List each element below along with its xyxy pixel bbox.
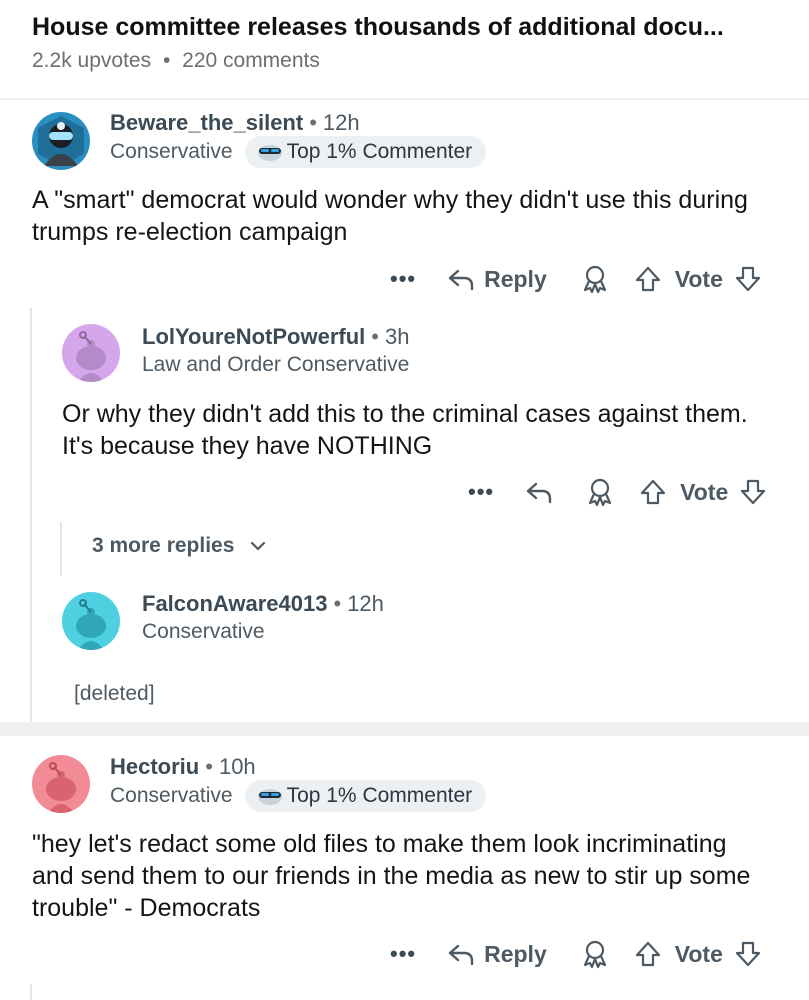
more-replies-label: 3 more replies [92, 534, 235, 557]
award-button[interactable] [579, 938, 611, 970]
deleted-comment-body: [deleted] [74, 682, 155, 705]
reply-arrow-icon [448, 944, 474, 966]
reply-label: Reply [484, 940, 547, 967]
comment-body: "hey let's redact some old files to make… [32, 830, 751, 922]
avatar[interactable] [62, 592, 120, 650]
comment-author-row: Hectoriu • 10h [110, 752, 256, 782]
avatar[interactable] [32, 755, 90, 813]
user-flair: Conservative [110, 140, 233, 163]
comment-age: 10h [218, 754, 256, 779]
badge-label: Top 1% Commenter [286, 140, 473, 163]
downvote-arrow-icon [735, 941, 760, 967]
comment-age: 3h [384, 324, 410, 349]
reply-label: Reply [484, 265, 547, 292]
more-options-button[interactable]: ••• [468, 479, 494, 505]
snoo-sunglasses-icon [257, 789, 282, 805]
upvote-arrow-icon [635, 941, 660, 967]
downvote-button[interactable] [733, 264, 763, 294]
chevron-down-icon [251, 541, 266, 551]
snoo-avatar-icon [32, 755, 90, 813]
user-flair: Conservative [142, 620, 265, 643]
snoo-avatar-icon [62, 324, 120, 382]
reply-button[interactable]: Reply [446, 264, 547, 294]
dot-separator: • [371, 324, 379, 349]
dot-separator: • [205, 754, 213, 779]
award-icon [589, 478, 612, 507]
post-header: House committee releases thousands of ad… [32, 8, 792, 76]
badge-label: Top 1% Commenter [286, 784, 473, 807]
comment-body: Or why they didn't add this to the crimi… [62, 400, 748, 460]
comment-actions: ••• Vote [468, 470, 768, 514]
comment-age: 12h [347, 591, 384, 616]
snoo-avatar-icon [62, 592, 120, 650]
award-button[interactable] [579, 263, 611, 295]
comment-author-row: FalconAware4013 • 12h [142, 589, 384, 619]
reply-button[interactable] [524, 477, 562, 507]
upvote-count: 2.2k upvotes [32, 49, 152, 72]
more-replies-button[interactable]: 3 more replies [92, 534, 268, 558]
upvote-button[interactable] [633, 939, 663, 969]
comment-author-row: Beware_the_silent • 12h [110, 108, 360, 138]
user-flair: Law and Order Conservative [142, 353, 410, 376]
avatar[interactable] [62, 324, 120, 382]
thread-divider [0, 722, 809, 736]
reply-button[interactable]: Reply [446, 939, 547, 969]
vote-label: Vote [680, 478, 729, 505]
post-title[interactable]: House committee releases thousands of ad… [32, 8, 792, 46]
thread-line-level-1 [30, 308, 32, 722]
upvote-arrow-icon [641, 479, 666, 505]
comment-author[interactable]: LolYoureNotPowerful [142, 324, 365, 349]
comment-age: 12h [322, 110, 360, 135]
top-commenter-badge: Top 1% Commenter [244, 136, 487, 168]
reply-arrow-icon [526, 482, 552, 504]
post-meta: 2.2k upvotes • 220 comments [32, 46, 792, 76]
upvote-button[interactable] [633, 264, 663, 294]
downvote-button[interactable] [733, 939, 763, 969]
more-options-button[interactable]: ••• [390, 941, 416, 967]
top-commenter-badge: Top 1% Commenter [244, 780, 487, 812]
thread-line-level-2 [60, 522, 62, 576]
downvote-button[interactable] [738, 477, 768, 507]
downvote-arrow-icon [741, 479, 766, 505]
user-flair: Conservative [110, 784, 233, 807]
comment-body: A "smart" democrat would wonder why they… [32, 186, 748, 246]
thread-line-level-1 [30, 984, 32, 1000]
comment-count: 220 comments [182, 49, 320, 72]
dot-separator: • [309, 110, 317, 135]
dot-separator: • [333, 591, 342, 616]
comment-actions: ••• Reply Vote [390, 257, 763, 301]
upvote-arrow-icon [635, 266, 660, 292]
downvote-arrow-icon [735, 266, 760, 292]
reply-arrow-icon [448, 269, 474, 291]
vote-label: Vote [674, 940, 723, 967]
award-icon [583, 265, 606, 294]
award-icon [583, 940, 606, 969]
comment-flair-row: Conservative [142, 617, 265, 647]
snoo-sunglasses-icon [257, 145, 282, 161]
user-avatar-icon [32, 112, 90, 170]
comment-author[interactable]: FalconAware4013 [142, 591, 327, 616]
comment-author-row: LolYoureNotPowerful • 3h [142, 322, 409, 352]
comment-author[interactable]: Beware_the_silent [110, 110, 303, 135]
upvote-button[interactable] [638, 477, 668, 507]
meta-separator: • [162, 49, 171, 72]
comment-flair-row: Conservative Top 1% Commenter [110, 780, 487, 812]
comment-flair-row: Conservative Top 1% Commenter [110, 136, 487, 168]
avatar[interactable] [32, 112, 90, 170]
header-divider [0, 98, 809, 100]
comment-actions: ••• Reply Vote [390, 932, 763, 976]
comment-author[interactable]: Hectoriu [110, 754, 199, 779]
comment-flair-row: Law and Order Conservative [142, 350, 409, 380]
more-options-button[interactable]: ••• [390, 266, 416, 292]
award-button[interactable] [584, 476, 616, 508]
vote-label: Vote [674, 265, 723, 292]
